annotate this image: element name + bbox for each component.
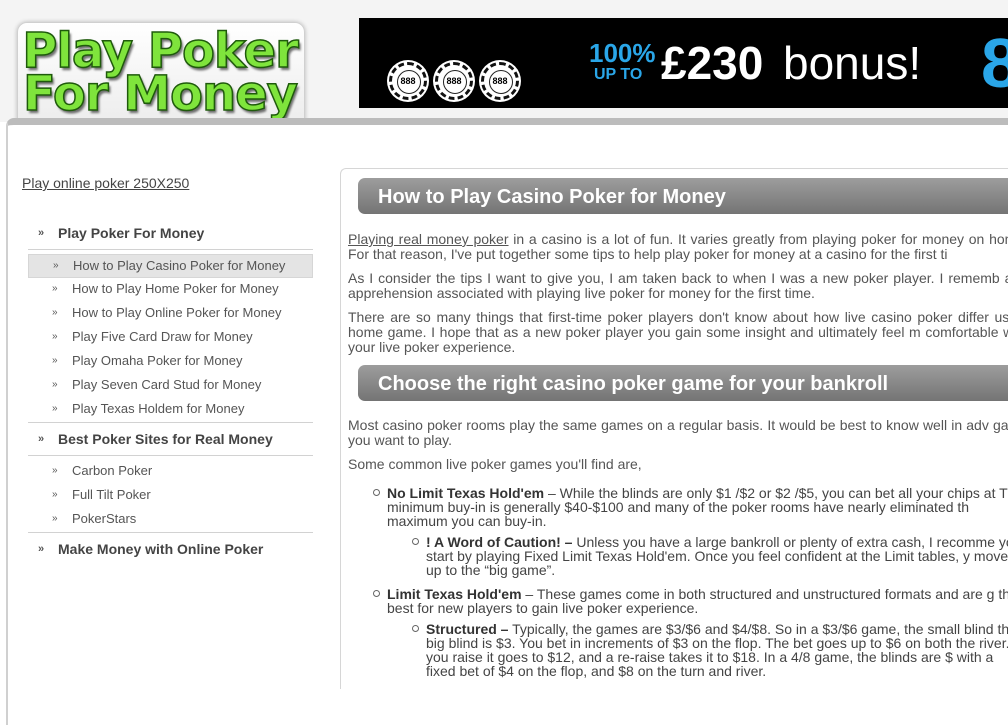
list-item-no-limit: No Limit Texas Hold'em – While the blind… xyxy=(387,485,1008,529)
site-logo[interactable]: Play Poker For Money xyxy=(20,26,300,122)
paragraph-3: There are so many things that first-time… xyxy=(348,309,1008,355)
double-chevron-icon: » xyxy=(53,260,58,271)
sidebar-item-carbon-poker[interactable]: » Carbon Poker xyxy=(28,460,313,484)
double-chevron-icon: » xyxy=(52,355,57,366)
sidebar-item-seven-card-stud[interactable]: » Play Seven Card Stud for Money xyxy=(28,374,313,398)
banner-amount: £230 xyxy=(661,37,764,89)
banner-brand: 8 xyxy=(981,24,1008,102)
sidebar-item-online-poker[interactable]: » How to Play Online Poker for Money xyxy=(28,302,313,326)
sidebar-nav: » Play Poker For Money » How to Play Cas… xyxy=(28,221,313,565)
double-chevron-icon: » xyxy=(52,307,57,318)
sidebar-item-full-tilt[interactable]: » Full Tilt Poker xyxy=(28,484,313,508)
paragraph-2: As I consider the tips I want to give yo… xyxy=(348,270,1008,301)
bullet-icon xyxy=(373,590,380,597)
list-item-structured: Structured – Typically, the games are $3… xyxy=(426,621,1008,679)
double-chevron-icon: » xyxy=(38,433,44,445)
page-title: How to Play Casino Poker for Money xyxy=(358,178,1008,214)
logo-line-2: For Money xyxy=(22,66,298,122)
ad-banner[interactable]: 888 888 888 100% UP TO £230 bonus! 8 xyxy=(359,18,1008,108)
real-money-poker-link[interactable]: Playing real money poker xyxy=(348,231,509,247)
sidebar-category-make-money[interactable]: » Make Money with Online Poker xyxy=(28,537,313,565)
sidebar-item-omaha[interactable]: » Play Omaha Poker for Money xyxy=(28,350,313,374)
sidebar-item-five-card-draw[interactable]: » Play Five Card Draw for Money xyxy=(28,326,313,350)
sidebar-item-pokerstars[interactable]: » PokerStars xyxy=(28,508,313,533)
double-chevron-icon: » xyxy=(38,543,44,555)
list-item-caution: ! A Word of Caution! – Unless you have a… xyxy=(426,534,1008,578)
banner-bonus: bonus! xyxy=(783,37,922,89)
double-chevron-icon: » xyxy=(38,227,44,239)
double-chevron-icon: » xyxy=(52,331,57,342)
double-chevron-icon: » xyxy=(52,513,57,524)
double-chevron-icon: » xyxy=(52,379,57,390)
double-chevron-icon: » xyxy=(52,489,57,500)
bullet-icon xyxy=(373,489,380,496)
banner-upto: UP TO xyxy=(594,66,643,83)
bullet-icon xyxy=(412,538,419,545)
sidebar-category-play-poker[interactable]: » Play Poker For Money xyxy=(28,221,313,250)
poker-chip-icon: 888 xyxy=(389,62,427,100)
section-heading: Choose the right casino poker game for y… xyxy=(358,365,1008,401)
double-chevron-icon: » xyxy=(52,403,57,414)
paragraph-4: Most casino poker rooms play the same ga… xyxy=(348,417,1008,448)
bullet-icon xyxy=(412,625,419,632)
sidebar-item-texas-holdem[interactable]: » Play Texas Holdem for Money xyxy=(28,398,313,423)
sidebar-category-best-sites[interactable]: » Best Poker Sites for Real Money xyxy=(28,427,313,456)
poker-chip-icon: 888 xyxy=(435,62,473,100)
double-chevron-icon: » xyxy=(52,465,57,476)
banner-percent: 100% xyxy=(589,38,656,68)
sidebar-item-casino-poker[interactable]: » How to Play Casino Poker for Money xyxy=(28,254,313,278)
list-item-limit: Limit Texas Hold'em – These games come i… xyxy=(387,586,1008,616)
paragraph-5: Some common live poker games you'll find… xyxy=(348,456,642,472)
double-chevron-icon: » xyxy=(52,283,57,294)
promo-link[interactable]: Play online poker 250X250 xyxy=(22,175,189,191)
sidebar-item-home-poker[interactable]: » How to Play Home Poker for Money xyxy=(28,278,313,302)
poker-chip-icon: 888 xyxy=(481,62,519,100)
intro-paragraph: Playing real money poker in a casino is … xyxy=(348,231,1008,262)
